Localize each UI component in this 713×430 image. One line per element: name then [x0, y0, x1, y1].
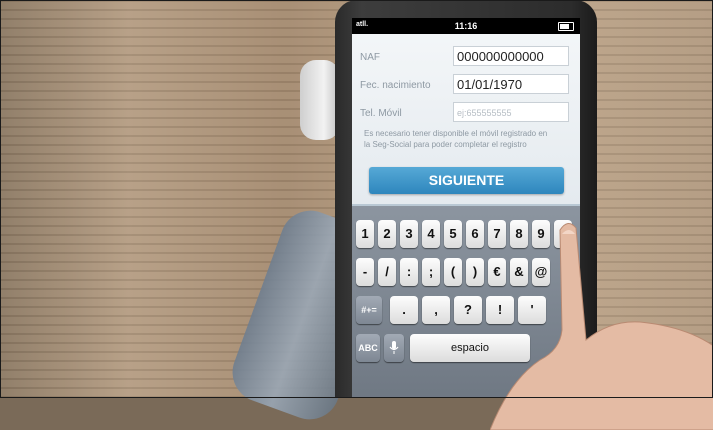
key-paren-open[interactable]: (: [444, 258, 462, 286]
key-colon[interactable]: :: [400, 258, 418, 286]
mobile-row: Tel. Móvil ej:655555555: [352, 102, 580, 126]
key-period[interactable]: .: [390, 296, 418, 324]
key-1[interactable]: 1: [356, 220, 374, 248]
status-bar: atll. 11:16: [352, 18, 580, 34]
key-paren-close[interactable]: ): [466, 258, 484, 286]
key-2[interactable]: 2: [378, 220, 396, 248]
birthdate-field[interactable]: 01/01/1970: [453, 74, 569, 94]
key-symbols-toggle[interactable]: #+=: [356, 296, 382, 324]
registration-form: NAF 000000000000 Fec. nacimiento 01/01/1…: [352, 34, 580, 220]
key-comma[interactable]: ,: [422, 296, 450, 324]
key-question[interactable]: ?: [454, 296, 482, 324]
naf-field[interactable]: 000000000000: [453, 46, 569, 66]
next-button[interactable]: SIGUIENTE: [369, 167, 564, 194]
mobile-field[interactable]: ej:655555555: [453, 102, 569, 122]
key-5[interactable]: 5: [444, 220, 462, 248]
info-note: Es necesario tener disponible el móvil r…: [364, 129, 548, 149]
microphone-key[interactable]: [384, 334, 404, 362]
battery-icon: [558, 22, 574, 31]
naf-label: NAF: [360, 52, 380, 63]
key-semicolon[interactable]: ;: [422, 258, 440, 286]
key-4[interactable]: 4: [422, 220, 440, 248]
birthdate-label: Fec. nacimiento: [360, 80, 431, 91]
naf-row: NAF 000000000000: [352, 46, 580, 70]
microphone-icon: [389, 341, 399, 354]
birthdate-row: Fec. nacimiento 01/01/1970: [352, 74, 580, 98]
key-3[interactable]: 3: [400, 220, 418, 248]
sneaker-photo: [300, 60, 340, 140]
mobile-label: Tel. Móvil: [360, 108, 402, 119]
finger-hand-photo: [490, 223, 713, 430]
key-6[interactable]: 6: [466, 220, 484, 248]
key-slash[interactable]: /: [378, 258, 396, 286]
key-abc[interactable]: ABC: [356, 334, 380, 362]
status-time: 11:16: [454, 21, 478, 31]
key-dash[interactable]: -: [356, 258, 374, 286]
